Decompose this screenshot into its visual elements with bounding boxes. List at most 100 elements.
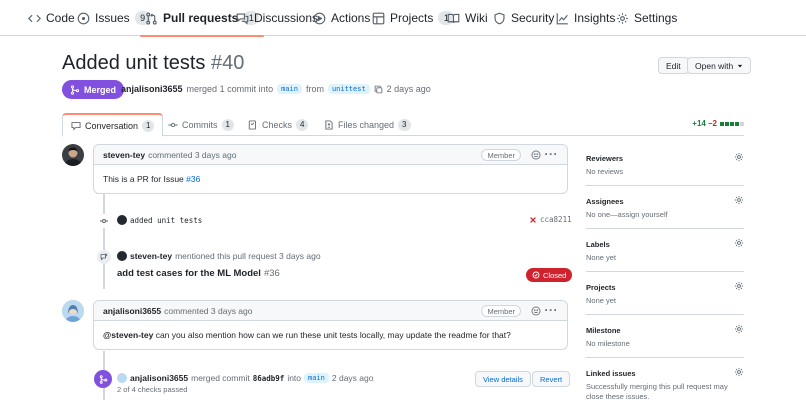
- play-icon: [313, 12, 326, 25]
- merge-event-time: 2 days ago: [331, 373, 374, 383]
- timeline-line: [103, 193, 105, 289]
- tab-label: Issues: [95, 11, 130, 25]
- kebab-horizontal-icon[interactable]: ···: [545, 147, 559, 161]
- pr-number: #40: [211, 52, 245, 74]
- avatar[interactable]: [62, 300, 84, 322]
- referenced-issue-title[interactable]: add test cases for the ML Model: [117, 268, 261, 279]
- issue-link[interactable]: #36: [186, 174, 200, 184]
- tab-label: Security: [511, 11, 555, 25]
- tab-label: Wiki: [465, 11, 488, 25]
- commit-message[interactable]: added unit tests: [130, 216, 202, 225]
- gear-icon[interactable]: [734, 238, 744, 248]
- revert-button[interactable]: Revert: [532, 371, 571, 387]
- smiley-icon[interactable]: [531, 150, 541, 160]
- avatar[interactable]: [117, 251, 127, 261]
- mention-author[interactable]: steven-tey: [130, 251, 172, 261]
- merged-text: merged 1 commit into: [186, 84, 274, 94]
- merge-author[interactable]: anjalisoni3655: [130, 373, 188, 383]
- comment-header: anjalisoni3655 commented 3 days ago Memb…: [94, 301, 567, 321]
- tab-wiki[interactable]: Wiki: [447, 0, 488, 36]
- avatar[interactable]: [117, 215, 127, 225]
- comment-discussion-icon: [236, 12, 249, 25]
- diffstat-block-add: [730, 121, 734, 126]
- merge-meta: anjalisoni3655 merged 1 commit into main…: [121, 84, 431, 94]
- table-icon: [372, 12, 385, 25]
- tab-label: Projects: [390, 11, 434, 25]
- edit-button[interactable]: Edit: [658, 57, 689, 74]
- tab-discussions[interactable]: Discussions: [236, 0, 318, 36]
- comment-meta[interactable]: commented 3 days ago: [148, 150, 236, 160]
- member-badge: Member: [481, 149, 521, 161]
- commit-status: cca8211: [529, 215, 572, 224]
- comment-author[interactable]: anjalisoni3655: [103, 306, 161, 316]
- tab-label: Files changed: [338, 119, 395, 130]
- tab-conversation[interactable]: Conversation 1: [62, 113, 164, 137]
- sidebar-heading[interactable]: Milestone: [586, 324, 744, 336]
- sidebar-value[interactable]: No one—assign yourself: [586, 210, 744, 220]
- sidebar-heading[interactable]: Labels: [586, 238, 744, 250]
- gear-icon[interactable]: [734, 324, 744, 334]
- tab-actions[interactable]: Actions: [313, 0, 370, 36]
- into-text: into: [287, 373, 302, 383]
- merge-branch[interactable]: main: [304, 373, 329, 383]
- user-mention[interactable]: @steven-tey: [103, 330, 153, 340]
- tab-label: Discussions: [254, 11, 319, 25]
- page-title: Added unit tests #40: [62, 52, 244, 75]
- tab-label: Code: [46, 11, 75, 25]
- avatar[interactable]: [62, 144, 84, 166]
- tab-label: Settings: [634, 11, 678, 25]
- merge-commit-sha[interactable]: 86adb9f: [253, 374, 285, 383]
- tab-settings[interactable]: Settings: [616, 0, 677, 36]
- tab-projects[interactable]: Projects 1: [372, 0, 455, 36]
- author-link[interactable]: anjalisoni3655: [121, 84, 183, 94]
- sidebar-value: Successfully merging this pull request m…: [586, 382, 728, 400]
- gear-icon[interactable]: [734, 367, 744, 377]
- tab-security[interactable]: Security: [493, 0, 554, 36]
- triangle-down-icon: [737, 63, 743, 69]
- x-icon[interactable]: [529, 216, 537, 224]
- sidebar-heading[interactable]: Assignees: [586, 195, 744, 207]
- kebab-horizontal-icon[interactable]: ···: [545, 303, 559, 317]
- gear-icon[interactable]: [734, 281, 744, 291]
- tab-label: Commits: [182, 119, 218, 130]
- commit-sha[interactable]: cca8211: [540, 215, 572, 224]
- sidebar-heading[interactable]: Projects: [586, 281, 744, 293]
- tab-files-changed[interactable]: Files changed 3: [316, 113, 419, 136]
- tab-commits[interactable]: Commits 1: [160, 113, 242, 136]
- book-icon: [447, 12, 460, 25]
- comment-author[interactable]: steven-tey: [103, 150, 145, 160]
- git-merge-icon: [99, 374, 108, 384]
- repo-nav: Code Issues 9 Pull requests 1 Discussion…: [0, 0, 806, 37]
- open-with-label: Open with: [695, 60, 734, 71]
- avatar[interactable]: [117, 373, 127, 383]
- tab-checks[interactable]: Checks 4: [240, 113, 316, 136]
- checklist-icon: [248, 119, 258, 130]
- sidebar-value: None yet: [586, 296, 617, 305]
- diffstat-block-add: [725, 121, 729, 126]
- tab-insights[interactable]: Insights: [556, 0, 615, 36]
- base-branch[interactable]: main: [277, 84, 302, 94]
- merged-state-badge: Merged: [62, 80, 125, 99]
- sidebar-heading[interactable]: Linked issues: [586, 367, 744, 379]
- tab-issues[interactable]: Issues 9: [77, 0, 151, 36]
- smiley-icon[interactable]: [531, 306, 541, 316]
- gear-icon: [616, 12, 629, 25]
- sidebar-value: None yet: [586, 253, 617, 262]
- open-with-button[interactable]: Open with: [687, 57, 752, 74]
- checks-summary[interactable]: 2 of 4 checks passed: [117, 385, 187, 394]
- gear-icon[interactable]: [734, 195, 744, 205]
- commit-badge: [97, 214, 111, 228]
- head-branch[interactable]: unittest: [327, 84, 370, 94]
- comment-meta[interactable]: commented 3 days ago: [164, 306, 252, 316]
- gear-icon[interactable]: [734, 152, 744, 162]
- tab-code[interactable]: Code: [28, 0, 75, 36]
- comment-text: can you also mention how can we run thes…: [153, 330, 511, 340]
- referenced-issue-number[interactable]: #36: [264, 268, 280, 279]
- sidebar-heading[interactable]: Reviewers: [586, 152, 744, 164]
- referenced-issue[interactable]: add test cases for the ML Model #36: [117, 268, 280, 279]
- issue-opened-icon: [77, 12, 90, 25]
- copy-icon[interactable]: [374, 85, 383, 94]
- sidebar-reviewers: Reviewers No reviews: [586, 152, 744, 186]
- comment-box: anjalisoni3655 commented 3 days ago Memb…: [93, 300, 568, 350]
- view-details-button[interactable]: View details: [475, 371, 531, 387]
